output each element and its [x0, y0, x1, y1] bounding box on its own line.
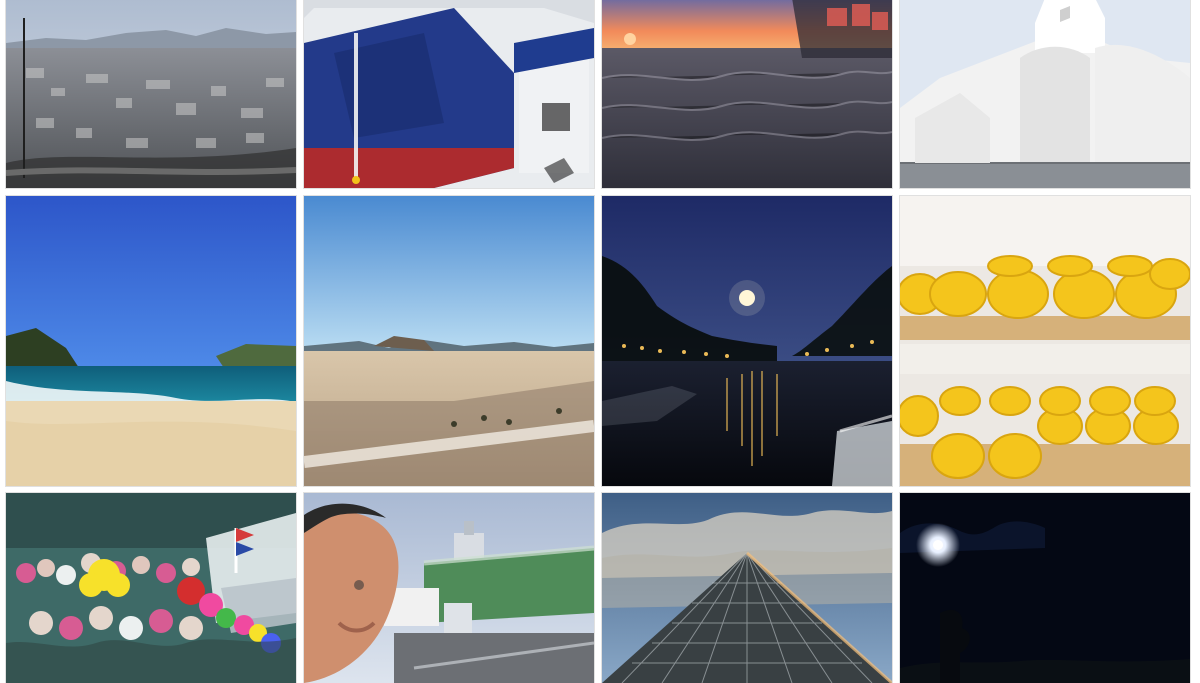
photo-night-sky-moon[interactable]: [900, 493, 1190, 683]
pyramid-illustration: [602, 493, 892, 683]
selfie-airport-illustration: [304, 493, 594, 683]
sunset-sea-illustration: [602, 0, 892, 188]
photo-grid: [0, 0, 1200, 683]
photo-glass-pyramid[interactable]: [602, 493, 892, 683]
photo-sand-plateau-sea[interactable]: [304, 196, 594, 486]
white-church-illustration: [900, 0, 1190, 188]
night-sky-illustration: [900, 493, 1190, 683]
photo-beach-blue-sky[interactable]: [6, 196, 296, 486]
cheese-illustration: [900, 196, 1190, 486]
athens-city-illustration: [6, 0, 296, 188]
photo-pride-parade-crowd[interactable]: [6, 493, 296, 683]
ferry-illustration: [304, 0, 594, 188]
photo-selfie-airport[interactable]: [304, 493, 594, 683]
canal-night-illustration: [602, 196, 892, 486]
parade-illustration: [6, 493, 296, 683]
photo-cheese-wheels[interactable]: [900, 196, 1190, 486]
photo-blue-ferry-stern[interactable]: [304, 0, 594, 188]
photo-sunset-sea[interactable]: [602, 0, 892, 188]
photo-athens-city-view[interactable]: [6, 0, 296, 188]
photo-canal-at-night[interactable]: [602, 196, 892, 486]
sand-plateau-illustration: [304, 196, 594, 486]
beach-illustration: [6, 196, 296, 486]
photo-white-church[interactable]: [900, 0, 1190, 188]
